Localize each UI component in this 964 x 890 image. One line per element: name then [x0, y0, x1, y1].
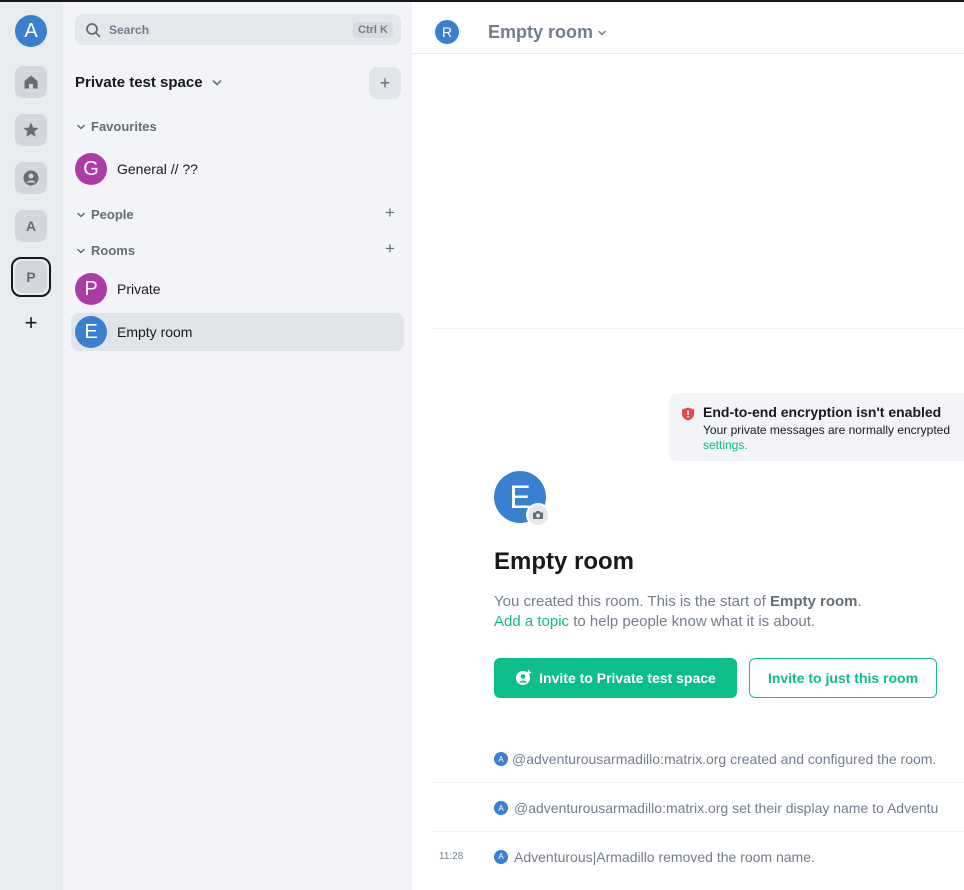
section-label: Favourites — [91, 119, 157, 134]
add-room-button[interactable]: + — [385, 239, 395, 259]
chevron-down-icon — [598, 30, 606, 36]
chevron-down-icon — [212, 79, 221, 86]
encryption-notice: End-to-end encryption isn't enabled Your… — [669, 393, 964, 461]
room-header-avatar[interactable]: R — [435, 20, 459, 44]
avatar[interactable]: A — [494, 752, 508, 766]
people-button[interactable] — [15, 162, 47, 194]
encryption-settings-link[interactable]: settings. — [703, 438, 748, 452]
chevron-down-icon — [77, 124, 85, 130]
space-bar: A A P + — [0, 2, 63, 890]
search-shortcut: Ctrl K — [353, 21, 393, 38]
home-icon — [24, 75, 38, 89]
search-icon — [86, 22, 101, 37]
add-topic-link[interactable]: Add a topic — [494, 613, 569, 630]
invite-to-space-label: Invite to Private test space — [539, 670, 716, 686]
intro-topic-hint: to help people know what it is about. — [569, 613, 816, 630]
space-p-button[interactable]: P — [15, 261, 47, 293]
home-button[interactable] — [15, 66, 47, 98]
search-placeholder: Search — [109, 22, 150, 37]
room-intro-text: You created this room. This is the start… — [494, 592, 862, 632]
space-add-button[interactable]: + — [369, 67, 401, 99]
favourites-button[interactable] — [15, 114, 47, 146]
user-avatar[interactable]: A — [15, 15, 47, 47]
timeline-event: A @adventurousarmadillo:matrix.org creat… — [432, 736, 964, 783]
add-people-button[interactable]: + — [385, 203, 395, 223]
create-space-button[interactable]: + — [15, 307, 47, 339]
room-view: R Empty room End-to-end encryption isn't… — [412, 2, 964, 890]
avatar[interactable]: A — [494, 801, 508, 815]
star-icon — [23, 122, 39, 137]
event-text: Adventurous|Armadillo removed the room n… — [514, 848, 815, 865]
room-item-private[interactable]: P Private — [71, 270, 404, 308]
section-people[interactable]: People — [75, 207, 134, 222]
room-header-title-button[interactable]: Empty room — [488, 22, 607, 43]
section-label: Rooms — [91, 243, 136, 258]
upload-avatar-button[interactable] — [526, 503, 550, 527]
event-text: @adventurousarmadillo:matrix.org set the… — [514, 800, 939, 816]
room-name: Private — [117, 281, 161, 297]
person-icon — [23, 170, 39, 186]
room-name: Empty room — [117, 324, 193, 340]
room-intro-heading: Empty room — [494, 548, 635, 575]
avatar[interactable]: A — [494, 849, 508, 864]
intro-text-prefix: You created this room. This is the start… — [494, 593, 770, 610]
room-item-empty-room[interactable]: E Empty room — [71, 313, 404, 351]
room-item-general[interactable]: G General // ?? — [71, 150, 404, 188]
event-timestamp: 11:28 — [439, 851, 464, 862]
space-name-menu[interactable]: Private test space — [75, 74, 223, 91]
camera-icon — [533, 511, 543, 519]
invite-to-space-button[interactable]: Invite to Private test space — [494, 658, 737, 698]
event-text: @adventurousarmadillo:matrix.org created… — [512, 751, 937, 767]
encryption-notice-description: Your private messages are normally encry… — [703, 423, 951, 437]
avatar: E — [75, 316, 107, 348]
section-label: People — [91, 207, 134, 222]
shield-warning-icon — [682, 407, 694, 421]
chevron-down-icon — [77, 248, 85, 254]
intro-text-suffix: . — [857, 593, 862, 610]
room-list-panel: Search Ctrl K Private test space + Favou… — [63, 2, 412, 890]
search-input[interactable]: Search Ctrl K — [75, 14, 401, 45]
room-header: R Empty room — [412, 2, 964, 54]
timeline-divider — [432, 328, 964, 329]
timeline-event: 11:28 A Adventurous|Armadillo removed th… — [432, 833, 964, 880]
avatar: G — [75, 153, 107, 185]
invite-user-icon — [516, 670, 532, 685]
room-name: General // ?? — [117, 161, 198, 177]
space-a-button[interactable]: A — [15, 210, 47, 242]
invite-to-room-button[interactable]: Invite to just this room — [749, 658, 937, 698]
encryption-notice-title: End-to-end encryption isn't enabled — [703, 404, 942, 420]
space-title: Private test space — [75, 74, 203, 91]
chevron-down-icon — [77, 212, 85, 218]
room-header-title: Empty room — [488, 22, 594, 42]
timeline-event: A @adventurousarmadillo:matrix.org set t… — [432, 785, 964, 832]
section-rooms[interactable]: Rooms — [75, 243, 135, 258]
avatar: P — [75, 273, 107, 305]
intro-room-name: Empty room — [769, 593, 858, 610]
section-favourites[interactable]: Favourites — [75, 119, 157, 134]
